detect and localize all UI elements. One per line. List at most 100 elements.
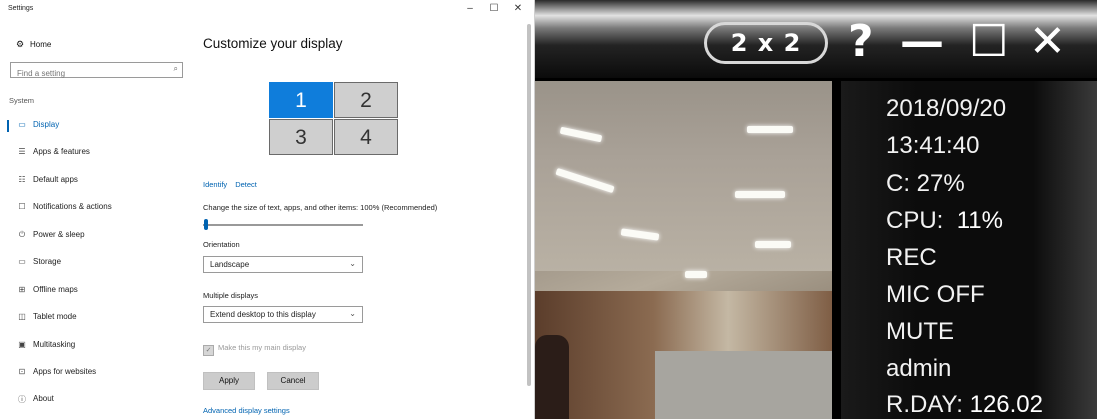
notification-icon: ☐ (18, 202, 26, 211)
main-display-label: Make this my main display (218, 343, 306, 352)
sidebar-item-power-sleep[interactable]: ⏻ Power & sleep (0, 227, 190, 245)
sidebar-item-label: Apps for websites (33, 367, 97, 376)
sidebar-item-label: Offline maps (33, 285, 78, 294)
monitor-icon: ▭ (18, 120, 26, 129)
layout-2x2-button[interactable]: 2 x 2 (704, 22, 828, 64)
multiple-displays-label: Multiple displays (203, 291, 259, 300)
mute-status: MUTE (886, 318, 954, 345)
sidebar-item-about[interactable]: ⓘ About (0, 391, 190, 409)
section-label: System (9, 96, 35, 105)
sidebar-item-apps-for-websites[interactable]: ⊡ Apps for websites (0, 364, 190, 382)
sidebar-item-offline-maps[interactable]: ⊞ Offline maps (0, 282, 190, 300)
sidebar-item-label: Default apps (33, 175, 78, 184)
monitor-1[interactable]: 1 (269, 82, 333, 118)
close-icon[interactable]: ✕ (1029, 16, 1066, 68)
sidebar-item-apps-features[interactable]: ☰ Apps & features (0, 144, 190, 162)
default-apps-icon: ☷ (18, 175, 26, 184)
sidebar-item-label: About (33, 394, 54, 403)
main-display-checkbox[interactable]: ✓ Make this my main display (203, 343, 306, 356)
rday-value: 126.02 (969, 391, 1043, 418)
checkbox-icon: ✓ (203, 345, 214, 356)
gear-icon: ⚙ (16, 39, 25, 49)
info-icon: ⓘ (18, 395, 26, 404)
scale-slider-track[interactable] (203, 224, 363, 226)
multitasking-icon: ▣ (18, 340, 26, 349)
multiple-displays-value: Extend desktop to this display (210, 310, 316, 319)
sidebar-item-label: Notifications & actions (33, 202, 112, 211)
person (535, 335, 569, 419)
sidebar-item-label: Display (33, 120, 60, 129)
help-icon[interactable]: ? (848, 16, 874, 68)
chevron-down-icon: ⌄ (349, 259, 356, 268)
list-icon: ☰ (18, 147, 26, 156)
date-text: 2018/09/20 (886, 95, 1007, 122)
sidebar: ⚙ Home ⌕ System ▭ Display ☰ Apps & featur… (0, 22, 190, 419)
cpu-value: 11% (956, 207, 1003, 234)
orientation-dropdown[interactable]: Landscape ⌄ (203, 256, 363, 273)
web-apps-icon: ⊡ (18, 367, 26, 376)
disk-usage-text: C: 27% (886, 170, 965, 197)
camera-viewer: 2 x 2 ? — ☐ ✕ 2018/09/20 13:41:40 C: 27%… (535, 0, 1097, 419)
cancel-button[interactable]: Cancel (267, 372, 319, 390)
camera-feed[interactable] (535, 81, 832, 419)
ceiling-light (747, 126, 793, 133)
home-label: Home (30, 40, 52, 49)
mic-status: MIC OFF (886, 281, 985, 308)
cpu-label: CPU: (886, 207, 944, 234)
monitor-4[interactable]: 4 (334, 119, 398, 155)
rday-text: R.DAY: 126.02 (886, 391, 1043, 419)
rec-status: REC (886, 244, 937, 271)
page-title: Customize your display (203, 36, 343, 51)
detect-link[interactable]: Detect (235, 180, 257, 189)
search-input[interactable] (11, 66, 167, 81)
scale-label: Change the size of text, apps, and other… (203, 203, 438, 212)
settings-window: Settings – ☐ ✕ ⚙ Home ⌕ System ▭ Display … (0, 0, 535, 419)
apply-button[interactable]: Apply (203, 372, 255, 390)
sidebar-item-default-apps[interactable]: ☷ Default apps (0, 172, 190, 190)
display-settings-panel: Customize your display 1 2 3 4 Identify D… (203, 22, 523, 419)
sidebar-item-label: Storage (33, 257, 62, 266)
maximize-button[interactable]: ☐ (486, 3, 502, 14)
power-icon: ⏻ (18, 230, 26, 239)
sidebar-item-tablet-mode[interactable]: ◫ Tablet mode (0, 309, 190, 327)
sidebar-item-notifications[interactable]: ☐ Notifications & actions (0, 199, 190, 217)
sidebar-item-label: Tablet mode (33, 312, 77, 321)
close-button[interactable]: ✕ (510, 3, 526, 14)
sidebar-item-label: Power & sleep (33, 230, 85, 239)
map-icon: ⊞ (18, 285, 26, 294)
window-title: Settings (8, 5, 34, 12)
viewer-toolbar: 2 x 2 ? — ☐ ✕ (535, 0, 1097, 78)
scrollbar[interactable] (527, 24, 531, 386)
maximize-icon[interactable]: ☐ (969, 16, 1008, 68)
sidebar-item-multitasking[interactable]: ▣ Multitasking (0, 337, 190, 355)
status-panel: 2018/09/20 13:41:40 C: 27% CPU: 11% REC … (841, 81, 1097, 419)
ceiling-light (685, 271, 707, 278)
ceiling-light (735, 191, 785, 198)
tablet-icon: ◫ (18, 312, 26, 321)
chevron-down-icon: ⌄ (349, 309, 356, 318)
identify-link[interactable]: Identify (203, 180, 227, 189)
monitor-2[interactable]: 2 (334, 82, 398, 118)
search-icon[interactable]: ⌕ (174, 64, 178, 74)
sidebar-item-label: Apps & features (33, 147, 90, 156)
orientation-label: Orientation (203, 240, 240, 249)
scale-slider-thumb[interactable] (204, 219, 208, 230)
minimize-button[interactable]: – (462, 3, 478, 14)
title-bar: Settings – ☐ ✕ (0, 0, 534, 22)
sidebar-item-label: Multitasking (33, 340, 76, 349)
home-link[interactable]: ⚙ Home (16, 39, 51, 50)
minimize-icon[interactable]: — (900, 16, 944, 68)
search-box[interactable]: ⌕ (10, 62, 183, 81)
orientation-value: Landscape (210, 260, 250, 269)
display-links: Identify Detect (203, 180, 265, 189)
cpu-text: CPU: 11% (886, 207, 1003, 235)
sidebar-item-display[interactable]: ▭ Display (0, 117, 190, 135)
sidebar-item-storage[interactable]: ▭ Storage (0, 254, 190, 272)
user-text: admin (886, 355, 952, 382)
multiple-displays-dropdown[interactable]: Extend desktop to this display ⌄ (203, 306, 363, 323)
storage-icon: ▭ (18, 257, 26, 266)
rday-label: R.DAY: (886, 391, 963, 418)
monitor-3[interactable]: 3 (269, 119, 333, 155)
ceiling-light (755, 241, 791, 248)
advanced-display-settings-link[interactable]: Advanced display settings (203, 406, 290, 415)
